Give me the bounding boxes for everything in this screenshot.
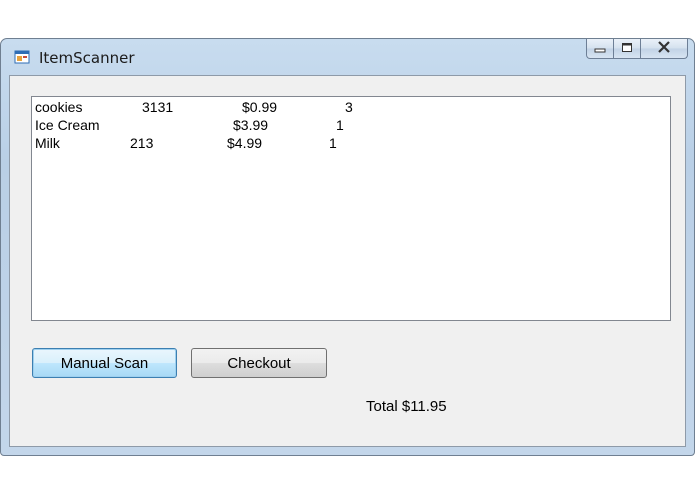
client-area: cookies 3131 $0.99 3 Ice Cream $3.99 1 M… [9, 75, 686, 447]
close-icon [656, 41, 672, 56]
manual-scan-button[interactable]: Manual Scan [32, 348, 177, 378]
app-icon [14, 50, 30, 64]
item-price: $0.99 [242, 99, 278, 115]
item-name: cookies [35, 99, 83, 115]
item-code: 3131 [142, 99, 174, 115]
item-price: $3.99 [233, 117, 269, 133]
item-qty: 1 [329, 135, 337, 151]
title-bar[interactable]: ItemScanner [1, 39, 694, 75]
window-title: ItemScanner [39, 49, 135, 67]
item-price: $4.99 [227, 135, 263, 151]
item-code: 213 [130, 135, 154, 151]
list-item[interactable]: cookies 3131 $0.99 3 [35, 99, 655, 116]
list-item[interactable]: Milk 213 $4.99 1 [35, 135, 655, 152]
item-name: Milk [35, 135, 60, 151]
items-listbox[interactable]: cookies 3131 $0.99 3 Ice Cream $3.99 1 M… [31, 96, 671, 321]
total-label: Total $11.95 [366, 398, 447, 415]
maximize-icon [621, 42, 633, 56]
minimize-icon [594, 42, 606, 56]
item-qty: 3 [345, 99, 353, 115]
item-name: Ice Cream [35, 117, 100, 133]
item-scanner-window: ItemScanner cookies 3131 $0.99 3 Ice Cre… [0, 38, 695, 456]
caption-buttons [586, 39, 688, 61]
minimize-button[interactable] [586, 39, 614, 59]
close-button[interactable] [641, 39, 688, 59]
item-qty: 1 [336, 117, 344, 133]
list-item[interactable]: Ice Cream $3.99 1 [35, 117, 655, 134]
maximize-button[interactable] [614, 39, 641, 59]
checkout-button[interactable]: Checkout [191, 348, 327, 378]
